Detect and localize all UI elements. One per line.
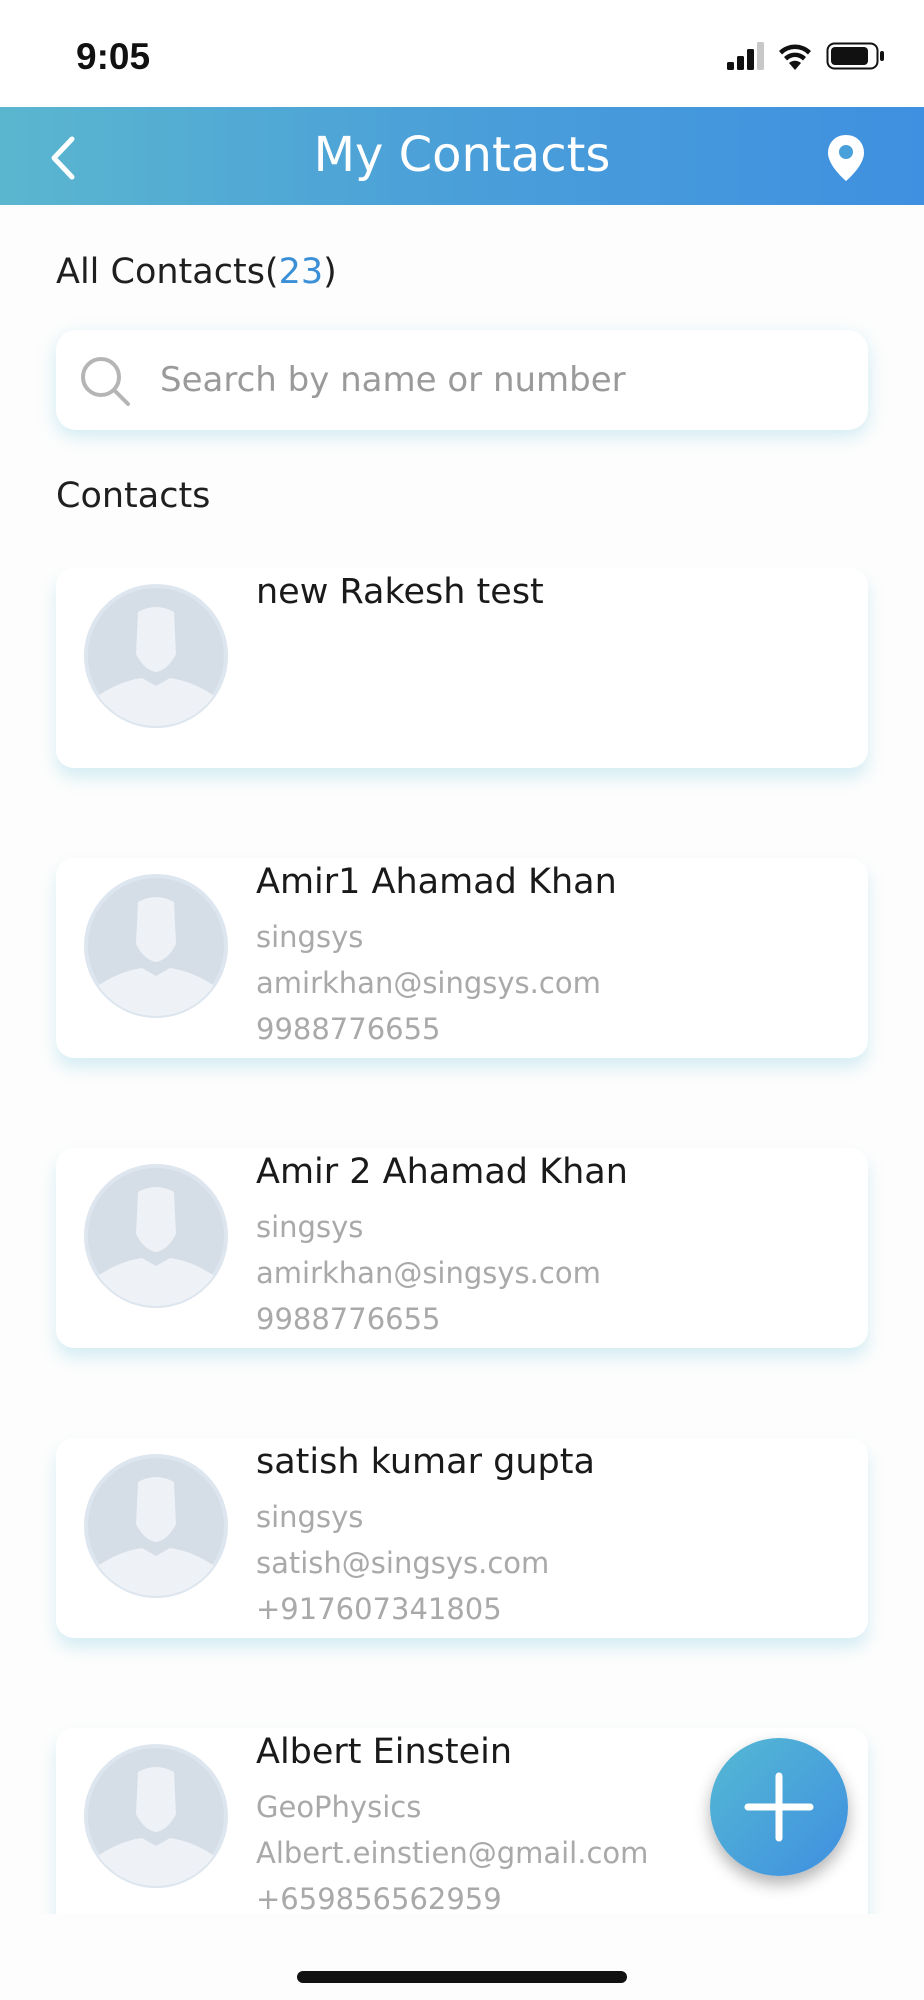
user-placeholder-icon [84, 874, 228, 1018]
contact-phone: +917607341805 [256, 1592, 502, 1626]
contact-company: singsys [256, 1500, 364, 1534]
contact-phone: 9988776655 [256, 1302, 441, 1336]
status-bar: 9:05 [0, 0, 924, 107]
contact-card[interactable]: satish kumar gupta singsys satish@singsy… [56, 1438, 868, 1638]
contact-phone: +659856562959 [256, 1882, 502, 1914]
contact-email: amirkhan@singsys.com [256, 966, 601, 1000]
section-label-contacts: Contacts [56, 476, 211, 516]
contact-name: Amir 2 Ahamad Khan [256, 1152, 628, 1192]
wifi-icon [779, 44, 811, 70]
user-placeholder-icon [84, 1744, 228, 1888]
contact-name: Albert Einstein [256, 1732, 513, 1772]
all-contacts-count: All Contacts(23) [56, 252, 337, 292]
contact-company: GeoPhysics [256, 1790, 422, 1824]
search-input[interactable] [160, 330, 840, 430]
battery-icon [826, 42, 884, 70]
all-contacts-label-close: ) [323, 252, 337, 292]
location-pin-icon [828, 135, 864, 181]
home-indicator [297, 1971, 627, 1983]
contact-card[interactable]: Amir 2 Ahamad Khan singsys amirkhan@sing… [56, 1148, 868, 1348]
contact-name: satish kumar gupta [256, 1442, 595, 1482]
contact-email: satish@singsys.com [256, 1546, 550, 1580]
contact-name: new Rakesh test [256, 572, 544, 612]
add-contact-button[interactable] [710, 1738, 848, 1876]
search-bar[interactable] [56, 330, 868, 430]
all-contacts-label: All Contacts( [56, 252, 279, 292]
page-title: My Contacts [313, 127, 611, 183]
plus-icon [744, 1772, 814, 1842]
search-icon [81, 357, 130, 406]
contact-list[interactable]: new Rakesh test Amir1 Ahamad Khan singsy… [0, 568, 924, 1914]
contact-card[interactable]: Amir1 Ahamad Khan singsys amirkhan@sings… [56, 858, 868, 1058]
contact-email: amirkhan@singsys.com [256, 1256, 601, 1290]
user-placeholder-icon [84, 584, 228, 728]
contact-email: Albert.einstien@gmail.com [256, 1836, 649, 1870]
contact-company: singsys [256, 920, 364, 954]
status-icons [727, 40, 887, 74]
contact-phone: 9988776655 [256, 1012, 441, 1046]
cellular-signal-icon [727, 42, 764, 70]
contact-company: singsys [256, 1210, 364, 1244]
user-placeholder-icon [84, 1164, 228, 1308]
user-placeholder-icon [84, 1454, 228, 1598]
contact-name: Amir1 Ahamad Khan [256, 862, 617, 902]
app-header: My Contacts [0, 107, 924, 205]
location-button[interactable] [826, 133, 866, 183]
contacts-count: 23 [278, 252, 324, 292]
status-time: 9:05 [76, 36, 151, 77]
contact-card[interactable]: new Rakesh test [56, 568, 868, 768]
